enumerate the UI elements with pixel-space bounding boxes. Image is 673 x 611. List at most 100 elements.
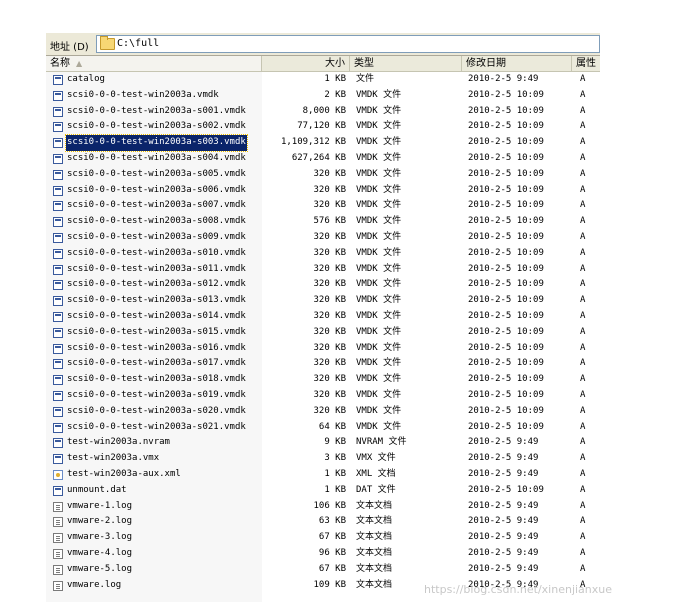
file-size: 320 KB [313, 279, 346, 290]
file-row[interactable]: test-win2003a.nvram 9 KB NVRAM 文件 2010-2-5 … [46, 435, 600, 451]
column-header-date[interactable]: 修改日期 [462, 56, 572, 71]
file-row[interactable]: scsi0-0-0-test-win2003a-s007.vmdk 320 KB V… [46, 198, 600, 214]
column-header-type[interactable]: 类型 [350, 56, 462, 71]
file-row[interactable]: scsi0-0-0-test-win2003a-s008.vmdk 576 KB V… [46, 214, 600, 230]
address-bar: 地址 (D) C:\full [46, 32, 600, 56]
file-modified-date: 2010-2-5 10:09 [468, 374, 544, 385]
file-row[interactable]: scsi0-0-0-test-win2003a-s012.vmdk 320 KB V… [46, 277, 600, 293]
file-row[interactable]: scsi0-0-0-test-win2003a-s011.vmdk 320 KB V… [46, 262, 600, 278]
file-row[interactable]: unmount.dat 1 KB DAT 文件 2010-2-5 10:09 A [46, 483, 600, 499]
file-type: VMDK 文件 [356, 390, 402, 400]
file-type: VMDK 文件 [356, 405, 402, 416]
file-row[interactable]: vmware-4.log 96 KB 文本文档 2010-2-5 9:49 A [46, 546, 600, 562]
file-row[interactable]: scsi0-0-0-test-win2003a-s009.vmdk 320 KB V… [46, 230, 600, 246]
file-size: 64 KB [318, 421, 346, 432]
file-row[interactable]: scsi0-0-0-test-win2003a-s004.vmdk 627,264… [46, 151, 600, 167]
file-name: scsi0-0-0-test-win2003a-s008.vmdk [67, 216, 246, 227]
file-row[interactable]: scsi0-0-0-test-win2003a.vmdk 2 KB VMDK 文件 2… [46, 88, 600, 104]
file-type: 文本文档 [356, 516, 393, 527]
file-attributes: A [580, 532, 586, 543]
disk-icon [53, 122, 63, 133]
file-modified-date: 2010-2-5 10:09 [468, 89, 544, 100]
file-row[interactable]: vmware-3.log 67 KB 文本文档 2010-2-5 9:49 A [46, 530, 600, 546]
file-modified-date: 2010-2-5 10:09 [468, 121, 544, 132]
file-size: 320 KB [313, 200, 346, 211]
file-row[interactable]: scsi0-0-0-test-win2003a-s005.vmdk 320 KB V… [46, 167, 600, 183]
file-row[interactable]: scsi0-0-0-test-win2003a-s002.vmdk 77,120 … [46, 119, 600, 135]
file-modified-date: 2010-2-5 9:49 [468, 532, 539, 543]
file-row[interactable]: scsi0-0-0-test-win2003a-s017.vmdk 320 KB V… [46, 356, 600, 372]
file-row[interactable]: scsi0-0-0-test-win2003a-s018.vmdk 320 KB V… [46, 372, 600, 388]
file-row[interactable]: scsi0-0-0-test-win2003a-s001.vmdk 8,000 K… [46, 104, 600, 120]
file-attributes: A [580, 390, 586, 400]
file-name: scsi0-0-0-test-win2003a-s014.vmdk [67, 311, 246, 321]
watermark: https://blog.csdn.net/xinenjianxue [424, 583, 613, 596]
file-modified-date: 2010-2-5 10:09 [468, 295, 544, 306]
file-row[interactable]: scsi0-0-0-test-win2003a-s006.vmdk 320 KB V… [46, 183, 600, 199]
file-size: 320 KB [313, 263, 346, 274]
file-row[interactable]: scsi0-0-0-test-win2003a-s003.vmdk 1,109,3… [46, 134, 600, 152]
file-attributes: A [580, 484, 586, 495]
file-row[interactable]: vmware-1.log 106 KB 文本文档 2010-2-5 9:49 A [46, 499, 600, 515]
file-modified-date: 2010-2-5 9:49 [468, 548, 539, 558]
file-type: DAT 文件 [356, 484, 396, 495]
file-name: scsi0-0-0-test-win2003a-s010.vmdk [67, 247, 246, 258]
address-label: 地址 (D) [50, 42, 89, 53]
text-file-icon [53, 517, 63, 528]
file-row[interactable]: scsi0-0-0-test-win2003a-s021.vmdk 64 KB VM… [46, 420, 600, 436]
file-row[interactable]: scsi0-0-0-test-win2003a-s019.vmdk 320 KB V… [46, 388, 600, 404]
disk-icon [53, 391, 63, 401]
file-modified-date: 2010-2-5 10:09 [468, 342, 544, 353]
file-type: VMDK 文件 [356, 279, 402, 290]
file-attributes: A [580, 405, 586, 416]
file-modified-date: 2010-2-5 10:09 [468, 484, 544, 495]
file-type: VMDK 文件 [356, 295, 402, 306]
file-name: scsi0-0-0-test-win2003a-s019.vmdk [67, 390, 246, 400]
file-type: 文本文档 [356, 500, 393, 511]
xml-icon [53, 470, 63, 480]
file-size: 320 KB [313, 358, 346, 369]
file-name: vmware-3.log [67, 532, 133, 543]
file-row[interactable]: catalog 1 KB 文件 2010-2-5 9:49 A [46, 72, 600, 88]
file-row[interactable]: scsi0-0-0-test-win2003a-s014.vmdk 320 KB V… [46, 309, 600, 325]
folder-icon [100, 36, 115, 50]
file-modified-date: 2010-2-5 10:09 [468, 311, 544, 321]
file-name: catalog [67, 74, 105, 84]
file-row[interactable]: scsi0-0-0-test-win2003a-s013.vmdk 320 KB V… [46, 293, 600, 309]
disk-icon [53, 343, 63, 354]
file-row[interactable]: test-win2003a.vmx 3 KB VMX 文件 2010-2-5 9:49… [46, 451, 600, 467]
column-header-name[interactable]: 名称 ▲ [46, 56, 262, 71]
file-row[interactable]: scsi0-0-0-test-win2003a-s016.vmdk 320 KB V… [46, 341, 600, 357]
file-row[interactable]: test-win2003a-aux.xml 1 KB XML 文档 2010-2-5 … [46, 467, 600, 483]
file-name: scsi0-0-0-test-win2003a-s003.vmdk [65, 134, 248, 152]
disk-icon [53, 280, 63, 291]
file-row[interactable]: scsi0-0-0-test-win2003a-s010.vmdk 320 KB V… [46, 246, 600, 262]
file-row[interactable]: vmware-2.log 63 KB 文本文档 2010-2-5 9:49 A [46, 514, 600, 530]
file-type: VMDK 文件 [356, 200, 402, 211]
file-modified-date: 2010-2-5 10:09 [468, 263, 544, 274]
address-input[interactable]: C:\full [96, 35, 600, 53]
file-size: 67 KB [318, 532, 346, 543]
file-name: vmware.log [67, 579, 122, 590]
file-type: VMDK 文件 [356, 421, 402, 432]
file-name: scsi0-0-0-test-win2003a-s007.vmdk [67, 200, 246, 211]
file-row[interactable]: scsi0-0-0-test-win2003a-s020.vmdk 320 KB V… [46, 404, 600, 420]
file-name: scsi0-0-0-test-win2003a-s016.vmdk [67, 342, 246, 353]
file-attributes: A [580, 311, 586, 321]
file-row[interactable]: vmware-5.log 67 KB 文本文档 2010-2-5 9:49 A [46, 562, 600, 578]
file-modified-date: 2010-2-5 10:09 [468, 105, 544, 116]
file-attributes: A [580, 263, 586, 274]
column-header-attributes[interactable]: 属性 [572, 56, 600, 71]
file-name: vmware-1.log [67, 500, 133, 511]
file-icon [53, 75, 63, 85]
file-attributes: A [580, 74, 586, 84]
file-modified-date: 2010-2-5 10:09 [468, 200, 544, 211]
file-row[interactable]: scsi0-0-0-test-win2003a-s015.vmdk 320 KB V… [46, 325, 600, 341]
file-size: 3 KB [324, 453, 346, 464]
file-type: NVRAM 文件 [356, 437, 407, 448]
file-attributes: A [580, 121, 586, 132]
file-size: 1 KB [324, 74, 346, 84]
file-attributes: A [580, 453, 586, 464]
column-header-size[interactable]: 大小 [262, 56, 350, 71]
file-attributes: A [580, 295, 586, 306]
